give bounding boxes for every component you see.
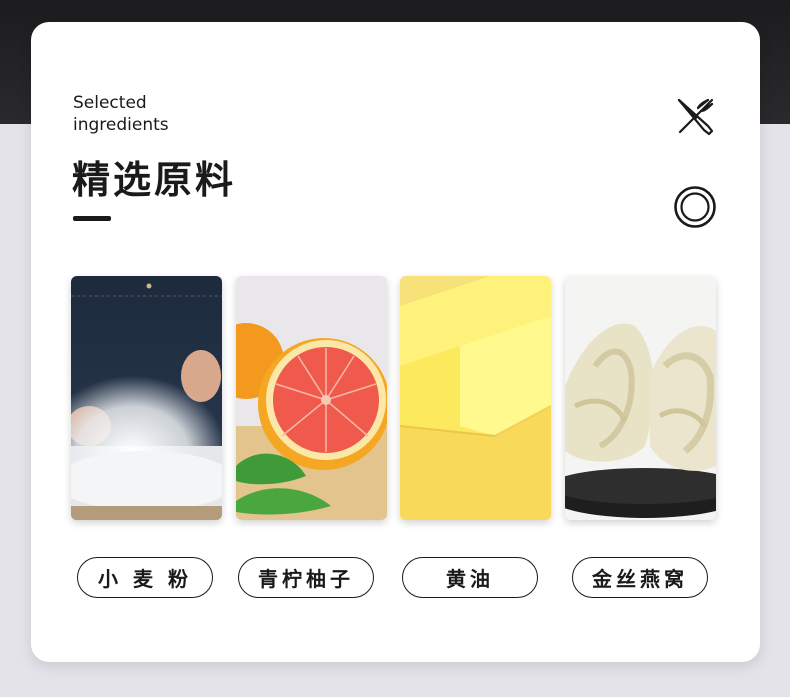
- section-subtitle: Selected ingredients: [73, 93, 169, 135]
- section-title: 精选原料: [72, 158, 237, 202]
- grapefruit-photo: [236, 276, 387, 520]
- ingredient-label-grapefruit: 青柠柚子: [238, 557, 374, 598]
- ingredient-label-flour: 小 麦 粉: [77, 557, 213, 598]
- ingredient-label-butter: 黄油: [402, 557, 538, 598]
- plate-icon: [673, 185, 717, 229]
- ingredients-card: Selected ingredients 精选原料 小 麦 粉 青柠柚子 黄油 …: [31, 22, 760, 662]
- title-underline: [73, 216, 111, 221]
- fork-knife-icon: [674, 96, 716, 138]
- flour-photo: [71, 276, 222, 520]
- ingredient-label-birds-nest: 金丝燕窝: [572, 557, 708, 598]
- butter-photo: [400, 276, 551, 520]
- birds-nest-photo: [565, 276, 716, 520]
